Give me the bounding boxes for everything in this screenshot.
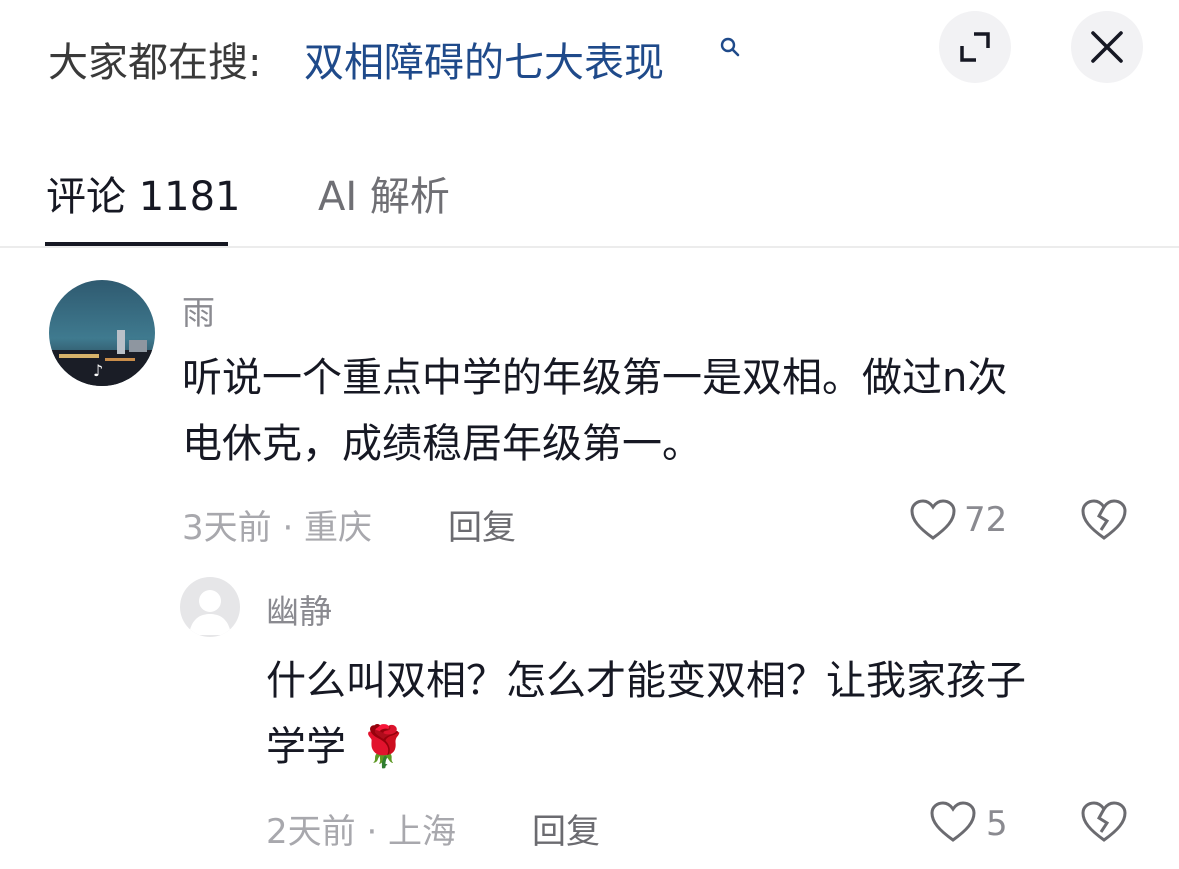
reply-text-line: 什么叫双相？怎么才能变双相？让我家孩子	[266, 658, 1026, 704]
heart-icon[interactable]	[909, 498, 957, 542]
like-count: 72	[964, 500, 1008, 540]
avatar[interactable]: ♪	[49, 280, 155, 386]
comment-text: 听说一个重点中学的年级第一是双相。做过n次 电休克，成绩稳居年级第一。	[182, 345, 1007, 477]
reply-button[interactable]: 回复	[448, 500, 516, 549]
comment-text-line: 听说一个重点中学的年级第一是双相。做过n次	[182, 355, 1008, 401]
reply-username[interactable]: 幽静	[266, 585, 332, 633]
comment-meta: 3天前 · 重庆	[182, 508, 373, 548]
reply-text-line-2: 学学 🌹	[266, 714, 1026, 780]
rose-emoji: 🌹	[358, 724, 409, 770]
reply-button[interactable]: 回复	[532, 804, 600, 853]
avatar-image: ♪	[49, 280, 155, 386]
search-prefix: 大家都在搜:	[48, 40, 262, 86]
heart-icon[interactable]	[929, 800, 977, 844]
tab-ai-analysis[interactable]: AI 解析	[318, 164, 450, 222]
reply-meta: 2天前 · 上海	[266, 812, 457, 852]
expand-icon	[960, 32, 990, 62]
reply-text: 什么叫双相？怎么才能变双相？让我家孩子 学学 🌹	[266, 648, 1026, 780]
svg-text:♪: ♪	[93, 361, 103, 380]
broken-heart-icon[interactable]	[1080, 800, 1128, 844]
broken-heart-icon[interactable]	[1080, 498, 1128, 542]
default-avatar-icon	[180, 577, 240, 637]
tab-bar: 评论 1181 AI 解析	[0, 140, 1179, 250]
reply-text-line: 学学	[266, 724, 346, 770]
close-button[interactable]	[1071, 11, 1143, 83]
trending-search-link[interactable]: 双相障碍的七大表现	[304, 30, 664, 88]
close-icon	[1091, 31, 1123, 63]
tab-comments[interactable]: 评论 1181	[46, 164, 241, 222]
search-header: 大家都在搜: 双相障碍的七大表现	[0, 0, 1179, 120]
comment-text-line: 电休克，成绩稳居年级第一。	[182, 421, 702, 467]
like-count: 5	[986, 804, 1008, 844]
search-icon[interactable]	[718, 36, 742, 60]
expand-button[interactable]	[939, 11, 1011, 83]
avatar[interactable]	[180, 577, 240, 637]
comment-username[interactable]: 雨	[182, 286, 215, 334]
divider	[0, 246, 1179, 248]
